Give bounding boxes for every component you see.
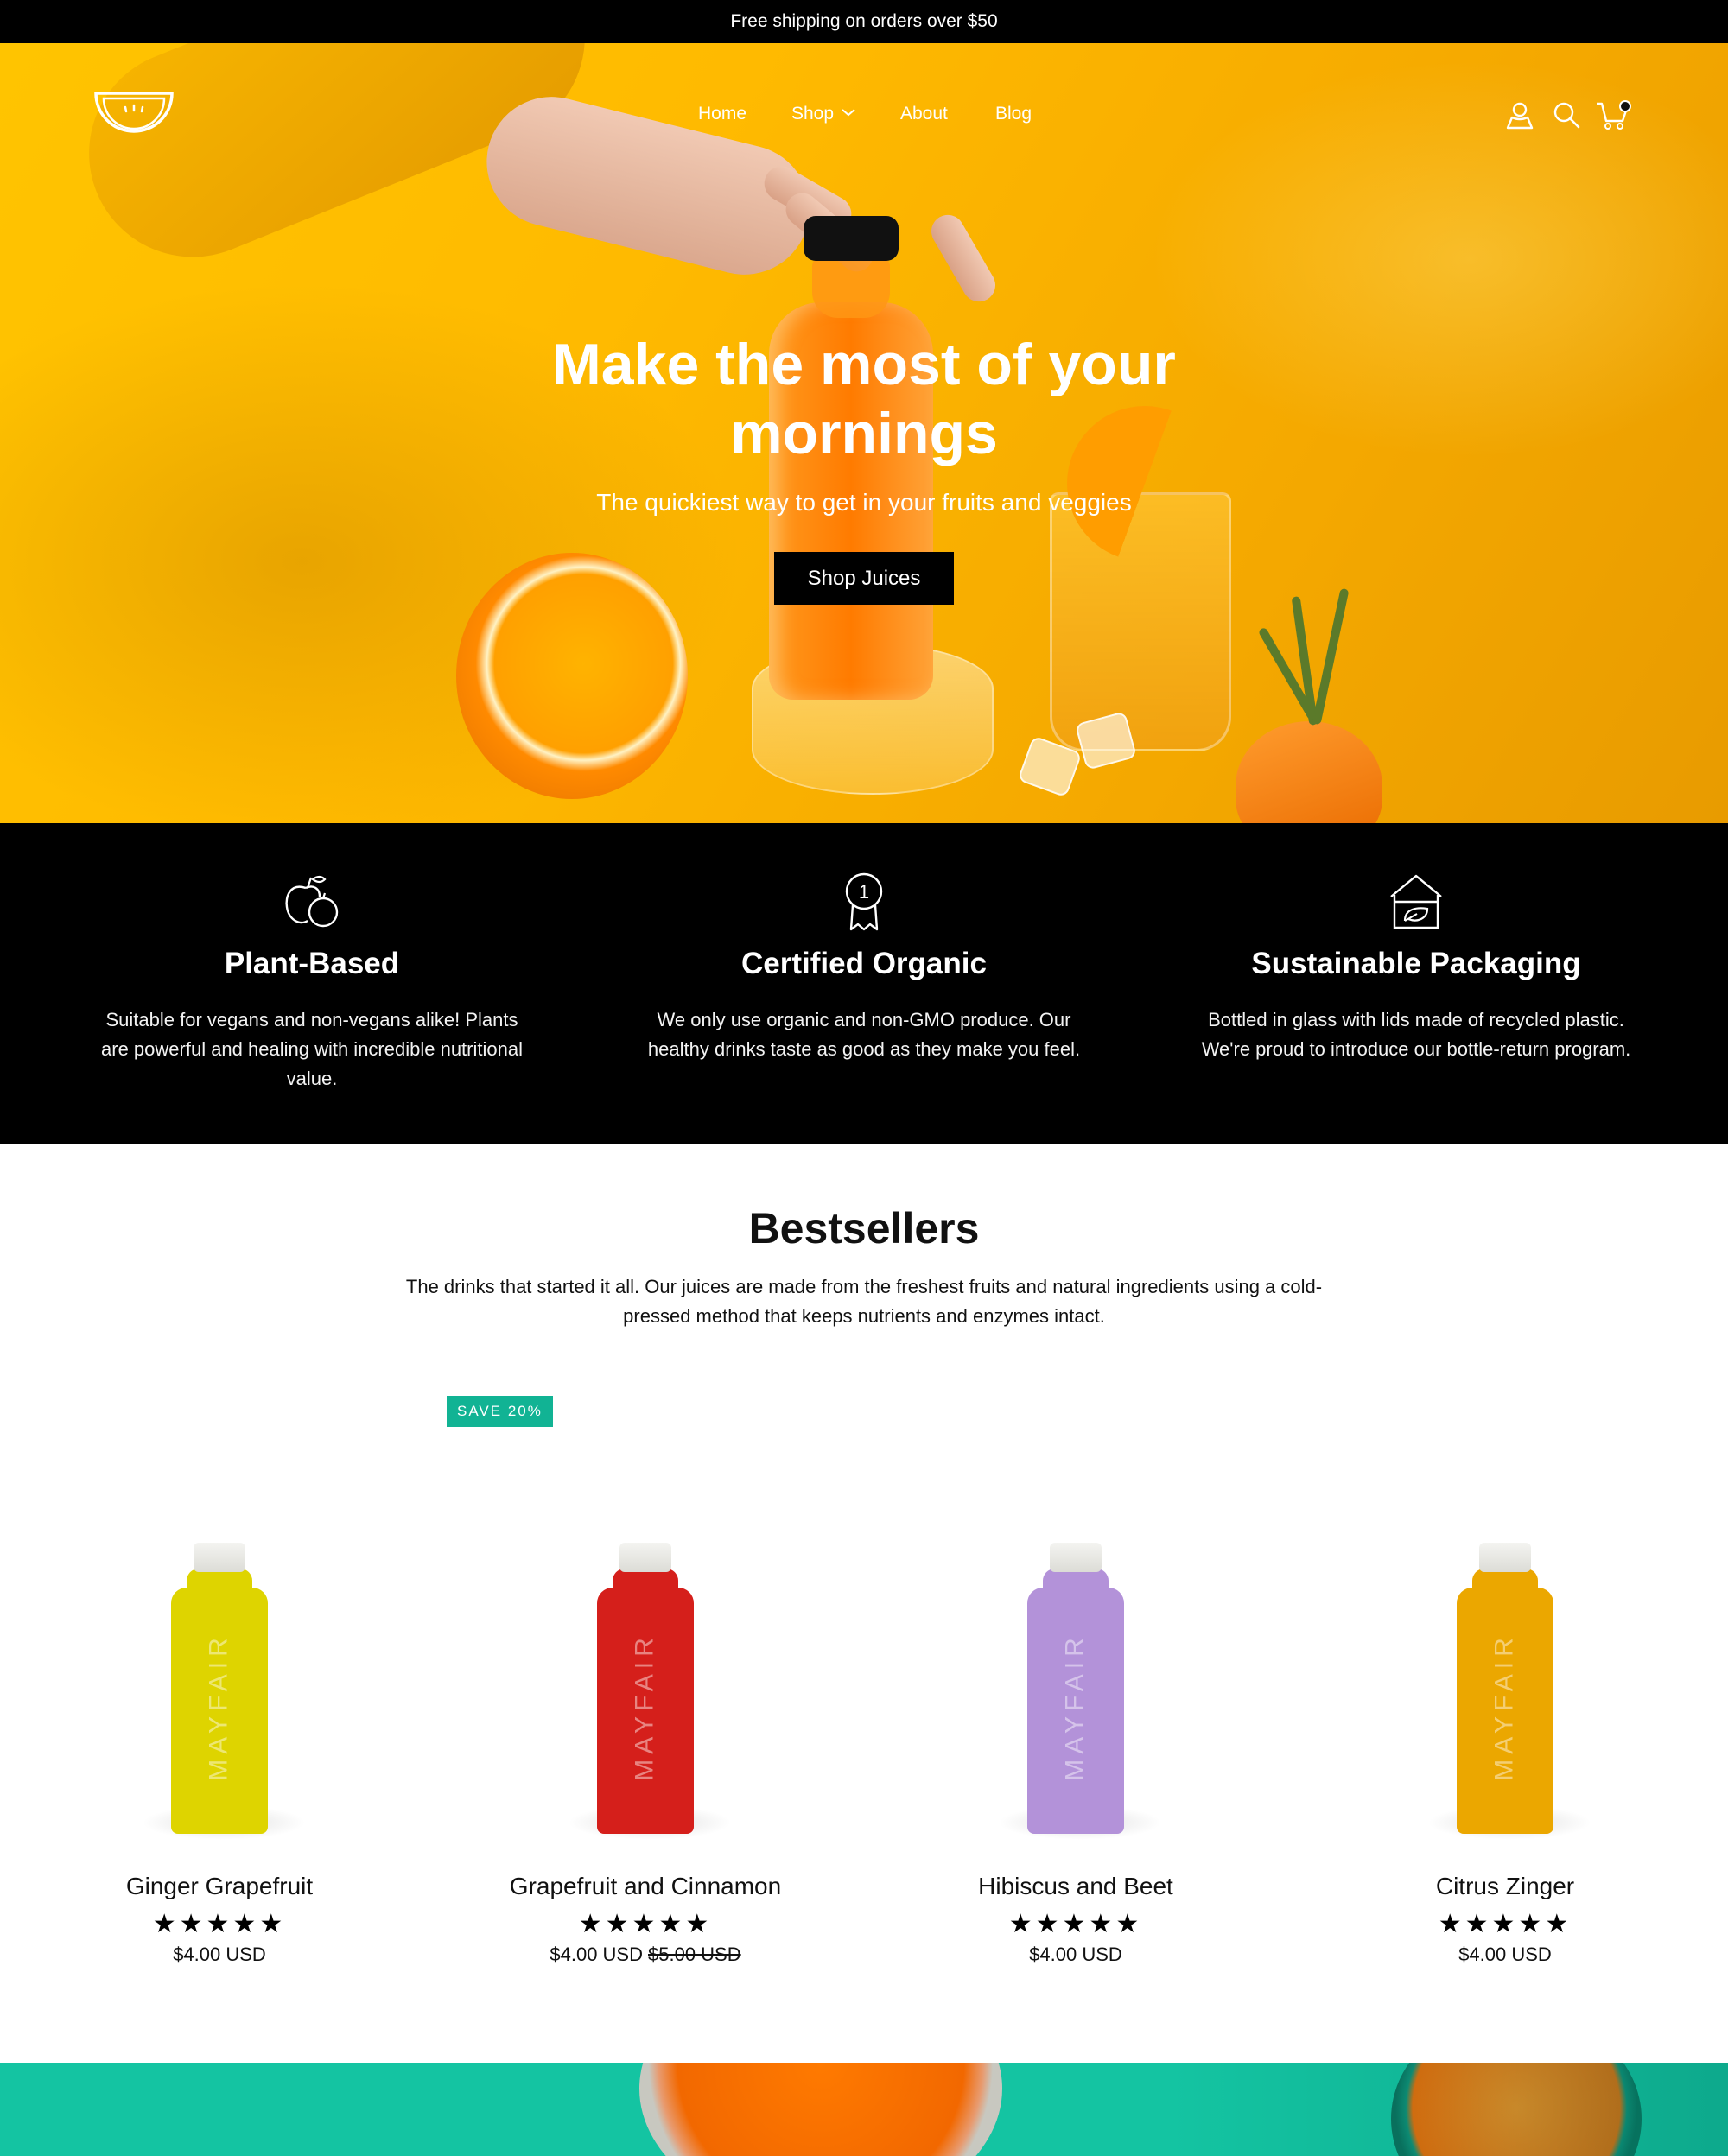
- feature-text: We only use organic and non-GMO produce.…: [647, 1009, 1081, 1060]
- bottle-shoulder: [1043, 1569, 1109, 1598]
- bestsellers-title: Bestsellers: [748, 1204, 980, 1252]
- product-name[interactable]: Citrus Zinger: [1306, 1873, 1704, 1900]
- search-icon[interactable]: [1552, 100, 1581, 130]
- eco-house-icon: [1390, 874, 1442, 929]
- fruit-icon: [285, 875, 339, 928]
- product-image[interactable]: MAYFAIR: [1457, 1543, 1553, 1834]
- bottle-cap: [1479, 1543, 1531, 1572]
- price-current: $4.00 USD: [1458, 1944, 1552, 1965]
- product-card[interactable]: MAYFAIR Hibiscus and Beet ★★★★★ $4.00 US…: [877, 1373, 1274, 1978]
- next-section-banner: [0, 2063, 1728, 2156]
- hero-title: Make the most of your mornings: [552, 332, 1176, 466]
- product-name[interactable]: Ginger Grapefruit: [21, 1873, 418, 1900]
- feature-text: Bottled in glass with lids made of recyc…: [1201, 1009, 1631, 1060]
- bottle-label: MAYFAIR: [1457, 1633, 1553, 1780]
- price-current: $4.00 USD: [1029, 1944, 1122, 1965]
- product-name[interactable]: Hibiscus and Beet: [877, 1873, 1274, 1900]
- product-price: $4.00 USD: [21, 1944, 418, 1966]
- feature-plant-based: Plant-Based Suitable for vegans and non-…: [87, 823, 537, 1094]
- account-icon[interactable]: [1505, 100, 1534, 130]
- bottle-label: MAYFAIR: [171, 1633, 268, 1780]
- juice-glass-image: [639, 2063, 1002, 2156]
- bottle-brand-text: MAYFAIR: [1061, 1633, 1090, 1781]
- feature-certified-organic: 1 Certified Organic We only use organic …: [639, 823, 1089, 1064]
- bottle-label: MAYFAIR: [597, 1633, 694, 1780]
- svg-text:1: 1: [859, 881, 869, 903]
- product-rating: ★★★★★: [152, 1910, 287, 1938]
- product-name[interactable]: Grapefruit and Cinnamon: [447, 1873, 844, 1900]
- features-band: Plant-Based Suitable for vegans and non-…: [0, 823, 1728, 1144]
- hero-carrot-sprout: [1312, 587, 1350, 726]
- feature-title: Plant-Based: [224, 947, 400, 980]
- hero-subtitle: The quickiest way to get in your fruits …: [596, 489, 1132, 516]
- price-current: $4.00 USD: [173, 1944, 266, 1965]
- nav-blog[interactable]: Blog: [995, 104, 1032, 124]
- product-image[interactable]: MAYFAIR: [597, 1543, 694, 1834]
- announcement-bar: Free shipping on orders over $50: [0, 0, 1728, 43]
- product-rating: ★★★★★: [578, 1910, 713, 1938]
- bestsellers-subtitle: The drinks that started it all. Our juic…: [405, 1276, 1323, 1327]
- feature-sustainable-packaging: Sustainable Packaging Bottled in glass w…: [1191, 823, 1641, 1064]
- bottle-brand-text: MAYFAIR: [205, 1633, 233, 1781]
- banner-shadow: [1166, 2063, 1728, 2156]
- announcement-text: Free shipping on orders over $50: [730, 11, 998, 31]
- product-price: $4.00 USD: [1306, 1944, 1704, 1966]
- sale-badge: SAVE 20%: [447, 1396, 553, 1427]
- chevron-down-icon[interactable]: [841, 107, 856, 117]
- bottle-cap: [1050, 1543, 1102, 1572]
- hero-orange-half: [456, 553, 688, 799]
- price-current: $4.00 USD: [550, 1944, 643, 1965]
- product-card[interactable]: SAVE 20% MAYFAIR Grapefruit and Cinnamon…: [447, 1373, 844, 1978]
- product-rating: ★★★★★: [1438, 1910, 1572, 1938]
- shop-juices-button[interactable]: Shop Juices: [774, 552, 954, 605]
- product-card[interactable]: MAYFAIR Citrus Zinger ★★★★★ $4.00 USD: [1306, 1373, 1704, 1978]
- product-image[interactable]: MAYFAIR: [171, 1543, 268, 1834]
- hero-carrot: [1236, 721, 1382, 823]
- bottle-label: MAYFAIR: [1027, 1633, 1124, 1780]
- price-compare: $5.00 USD: [648, 1944, 741, 1965]
- bottle-brand-text: MAYFAIR: [631, 1633, 659, 1781]
- bottle-cap: [619, 1543, 671, 1572]
- nav-home[interactable]: Home: [698, 104, 746, 124]
- bottle-shoulder: [187, 1569, 252, 1598]
- feature-title: Sustainable Packaging: [1251, 947, 1581, 980]
- cart-count-badge: [1619, 100, 1631, 112]
- bottle-shoulder: [1472, 1569, 1538, 1598]
- bottle-brand-text: MAYFAIR: [1490, 1633, 1519, 1781]
- main-nav: Home Shop About Blog: [0, 104, 1728, 130]
- product-card[interactable]: MAYFAIR Ginger Grapefruit ★★★★★ $4.00 US…: [21, 1373, 418, 1978]
- product-image[interactable]: MAYFAIR: [1027, 1543, 1124, 1834]
- feature-text: Suitable for vegans and non-vegans alike…: [101, 1009, 523, 1089]
- nav-about[interactable]: About: [900, 104, 948, 124]
- product-price: $4.00 USD: [877, 1944, 1274, 1966]
- feature-title: Certified Organic: [741, 947, 987, 980]
- product-price: $4.00 USD $5.00 USD: [447, 1944, 844, 1966]
- award-ribbon-icon: 1: [845, 872, 883, 931]
- bottle-shoulder: [613, 1569, 678, 1598]
- bottle-cap: [194, 1543, 245, 1572]
- nav-shop[interactable]: Shop: [791, 104, 834, 124]
- product-rating: ★★★★★: [1008, 1910, 1143, 1938]
